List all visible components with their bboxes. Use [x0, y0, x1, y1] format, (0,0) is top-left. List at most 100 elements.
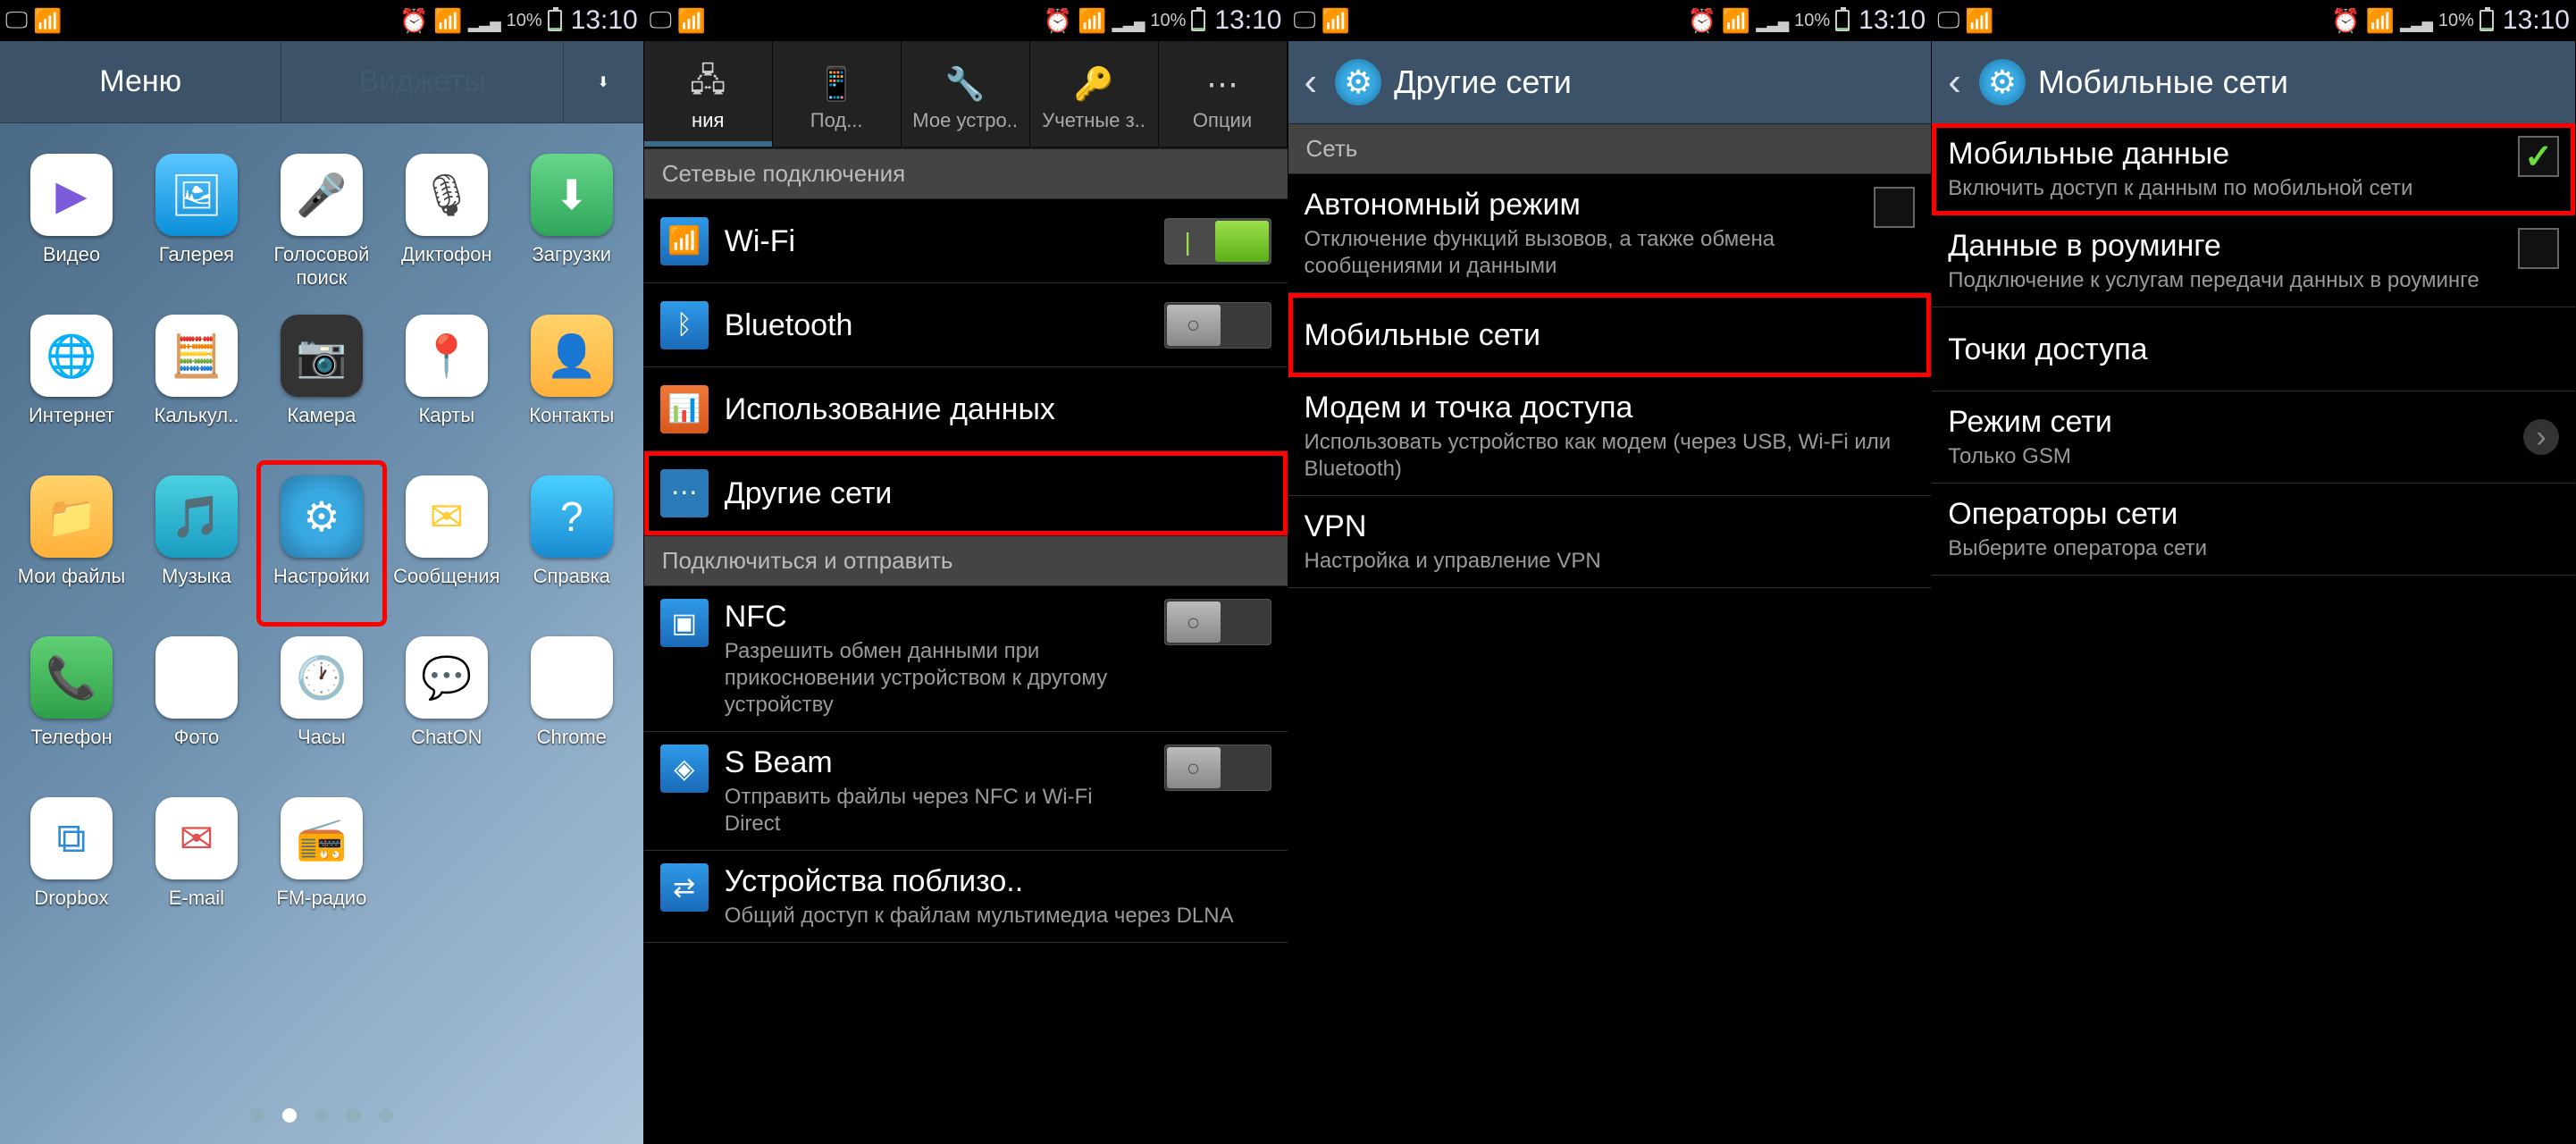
- screen-launcher: 10% 13:10 Меню Виджеты ▶ Видео🖼 Галерея🎤…: [0, 0, 644, 1144]
- row-sbeam[interactable]: ◈ S Beam Отправить файлы через NFC и Wi-…: [644, 732, 1288, 851]
- row-mobile-networks[interactable]: Мобильные сети: [1288, 293, 1932, 377]
- bluetooth-toggle[interactable]: [1164, 302, 1271, 349]
- row-vpn[interactable]: VPN Настройка и управление VPN: [1288, 496, 1932, 588]
- app-голосовой-поиск[interactable]: 🎤 Голосовой поиск: [259, 141, 384, 302]
- app-калькул-[interactable]: 🧮 Калькул..: [134, 302, 259, 463]
- settings-tab-1[interactable]: 📱 Под...: [773, 41, 902, 147]
- app-chaton[interactable]: 💬 ChatON: [384, 624, 509, 785]
- row-nearby[interactable]: ⇄ Устройства поблизо.. Общий доступ к фа…: [644, 851, 1288, 943]
- page-dot[interactable]: [315, 1108, 329, 1123]
- app-музыка[interactable]: 🎵 Музыка: [134, 463, 259, 624]
- airplane-checkbox[interactable]: [1874, 187, 1915, 228]
- row-more-networks[interactable]: ⋯ Другие сети: [644, 451, 1288, 535]
- row-roaming[interactable]: Данные в роуминге Подключение к услугам …: [1932, 215, 2575, 307]
- page-dot[interactable]: [379, 1108, 393, 1123]
- nfc-toggle[interactable]: [1164, 599, 1271, 645]
- row-operators[interactable]: Операторы сети Выберите оператора сети: [1932, 484, 2575, 576]
- back-button[interactable]: ‹: [1299, 60, 1323, 105]
- page-dot[interactable]: [250, 1108, 264, 1123]
- row-airplane[interactable]: Автономный режим Отключение функций вызо…: [1288, 174, 1932, 293]
- row-data-usage[interactable]: 📊 Использование данных: [644, 367, 1288, 451]
- mobile-data-checkbox[interactable]: [2518, 136, 2559, 177]
- row-mobile-data[interactable]: Мобильные данные Включить доступ к данны…: [1932, 123, 2575, 215]
- app-label: Интернет: [29, 404, 114, 427]
- app-сообщения[interactable]: ✉ Сообщения: [384, 463, 509, 624]
- signal-icon: [1756, 7, 1789, 35]
- app-видео[interactable]: ▶ Видео: [9, 141, 134, 302]
- app-справка[interactable]: ? Справка: [509, 463, 634, 624]
- sbeam-toggle[interactable]: [1164, 744, 1271, 791]
- app-icon: 📍: [406, 315, 488, 397]
- tab-icon: ⋯: [1206, 63, 1238, 105]
- app-мои-файлы[interactable]: 📁 Мои файлы: [9, 463, 134, 624]
- app-fm-радио[interactable]: 📻 FM-радио: [259, 785, 384, 946]
- apn-label: Точки доступа: [1948, 332, 2559, 367]
- data-usage-label: Использование данных: [725, 391, 1271, 427]
- app-контакты[interactable]: 👤 Контакты: [509, 302, 634, 463]
- battery-percent: 10%: [1794, 11, 1830, 31]
- app-галерея[interactable]: 🖼 Галерея: [134, 141, 259, 302]
- app-icon: ⚙: [281, 475, 363, 558]
- row-network-mode[interactable]: Режим сети Только GSM ›: [1932, 391, 2575, 484]
- page-indicator[interactable]: [0, 1108, 643, 1123]
- app-dropbox[interactable]: ⧉ Dropbox: [9, 785, 134, 946]
- app-chrome[interactable]: ◉ Chrome: [509, 624, 634, 785]
- screen-mobile-networks: 10% 13:10 ‹ ⚙ Мобильные сети Мобильные д…: [1932, 0, 2576, 1144]
- app-интернет[interactable]: 🌐 Интернет: [9, 302, 134, 463]
- row-tethering[interactable]: Модем и точка доступа Использовать устро…: [1288, 377, 1932, 496]
- page-header: ‹ ⚙ Другие сети: [1288, 41, 1932, 123]
- tab-widgets[interactable]: Виджеты: [281, 41, 562, 122]
- cast-icon: [1937, 6, 1959, 35]
- settings-tab-4[interactable]: ⋯ Опции: [1159, 41, 1288, 147]
- wifi-icon: [33, 7, 62, 35]
- back-button[interactable]: ‹: [1942, 60, 1967, 105]
- app-телефон[interactable]: 📞 Телефон: [9, 624, 134, 785]
- tab-apps[interactable]: Меню: [0, 41, 281, 122]
- tab-label: Опции: [1193, 109, 1252, 132]
- settings-tab-3[interactable]: 🔑 Учетные з..: [1030, 41, 1159, 147]
- row-bluetooth[interactable]: ᛒ Bluetooth: [644, 283, 1288, 367]
- page-dot[interactable]: [347, 1108, 361, 1123]
- more-networks-label: Другие сети: [725, 475, 1271, 511]
- nfc-sub: Разрешить обмен данными при прикосновени…: [725, 638, 1148, 719]
- page-header: ‹ ⚙ Мобильные сети: [1932, 41, 2575, 123]
- app-e-mail[interactable]: ✉ E-mail: [134, 785, 259, 946]
- wifi-signal-icon: [433, 7, 462, 35]
- clock: 13:10: [1214, 5, 1281, 36]
- app-фото[interactable]: ✦ Фото: [134, 624, 259, 785]
- page-dot[interactable]: [282, 1108, 297, 1123]
- nfc-label: NFC: [725, 599, 1148, 635]
- app-icon: 📁: [30, 475, 113, 558]
- tab-label: Под...: [810, 109, 863, 132]
- row-nfc[interactable]: ▣ NFC Разрешить обмен данными при прикос…: [644, 586, 1288, 732]
- nfc-icon: ▣: [660, 599, 709, 647]
- app-часы[interactable]: 🕐 Часы: [259, 624, 384, 785]
- app-камера[interactable]: 📷 Камера: [259, 302, 384, 463]
- section-connect-share: Подключиться и отправить: [644, 535, 1288, 586]
- app-icon: 🎤: [281, 154, 363, 236]
- app-диктофон[interactable]: 🎙 Диктофон: [384, 141, 509, 302]
- nearby-sub: Общий доступ к файлам мультимедиа через …: [725, 903, 1271, 930]
- app-label: Голосовой поиск: [259, 243, 384, 290]
- app-карты[interactable]: 📍 Карты: [384, 302, 509, 463]
- roaming-label: Данные в роуминге: [1948, 228, 2502, 264]
- alarm-icon: [2331, 7, 2360, 35]
- signal-icon: [1112, 7, 1145, 35]
- network-mode-label: Режим сети: [1948, 404, 2507, 440]
- app-label: FM-радио: [276, 887, 366, 910]
- screen-other-networks: 10% 13:10 ‹ ⚙ Другие сети Сеть Автономны…: [1288, 0, 1933, 1144]
- app-настройки[interactable]: ⚙ Настройки: [259, 463, 384, 624]
- row-apn[interactable]: Точки доступа: [1932, 307, 2575, 391]
- app-icon: ▶: [30, 154, 113, 236]
- row-wifi[interactable]: 📶 Wi-Fi: [644, 199, 1288, 283]
- settings-tab-0[interactable]: 🖧 ния: [644, 41, 773, 147]
- app-label: Dropbox: [34, 887, 108, 910]
- download-button[interactable]: [563, 41, 643, 122]
- roaming-checkbox[interactable]: [2518, 228, 2559, 269]
- app-icon: 🌐: [30, 315, 113, 397]
- app-загрузки[interactable]: ⬇ Загрузки: [509, 141, 634, 302]
- settings-tab-2[interactable]: 🔧 Мое устро..: [902, 41, 1030, 147]
- app-label: Телефон: [30, 726, 112, 749]
- wifi-signal-icon: [2366, 7, 2395, 35]
- wifi-toggle[interactable]: [1164, 218, 1271, 265]
